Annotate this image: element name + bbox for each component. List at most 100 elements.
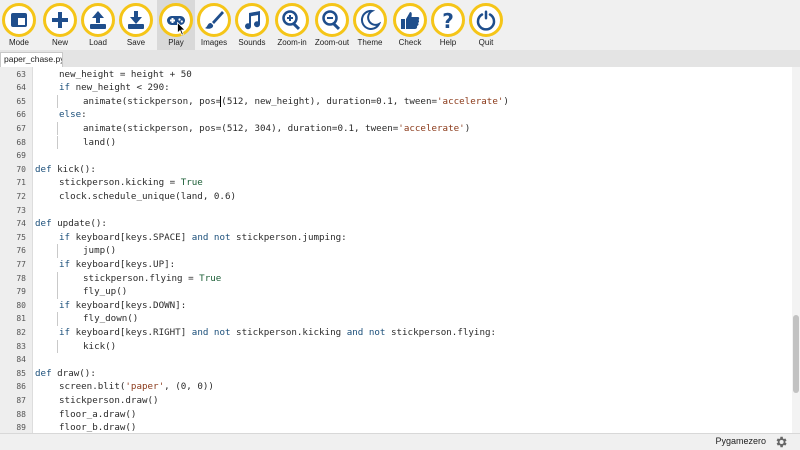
code-token: screen.blit(	[59, 381, 126, 393]
indent-guide	[57, 94, 58, 109]
code-text: stickperson.flying = True	[83, 272, 221, 286]
line-number: 70	[16, 164, 26, 174]
tab-paper-chase[interactable]: paper_chase.py	[0, 52, 63, 67]
code-line[interactable]: 85 def draw():	[0, 367, 792, 381]
code-token: animate(stickperson, pos=(512, 304), dur…	[83, 122, 399, 134]
code-token: new_height = height + 50	[59, 68, 192, 80]
code-line[interactable]: 79 fly_up()	[0, 285, 792, 299]
code-text: if keyboard[keys.SPACE] and not stickper…	[59, 231, 347, 245]
code-token: stickperson.draw()	[59, 394, 159, 406]
status-bar: Pygamezero	[0, 433, 800, 450]
code-line[interactable]: 68 land()	[0, 135, 792, 150]
mode-indicator[interactable]: Pygamezero	[715, 436, 766, 446]
line-number: 74	[16, 219, 26, 229]
code-line[interactable]: 80 if keyboard[keys.DOWN]:	[0, 299, 792, 313]
code-line[interactable]: 75 if keyboard[keys.SPACE] and not stickp…	[0, 231, 792, 245]
code-token: fly_down()	[83, 313, 139, 325]
code-text: fly_down()	[83, 312, 138, 326]
code-token: and not	[191, 326, 231, 338]
vertical-scrollbar[interactable]	[792, 67, 800, 433]
line-number: 76	[16, 246, 26, 256]
code-token: )	[503, 95, 509, 107]
code-line[interactable]: 83 kick()	[0, 339, 792, 354]
code-text: fly_up()	[83, 285, 127, 299]
zoom-in-icon	[282, 10, 301, 31]
code-token: and not	[346, 326, 386, 338]
code-editor[interactable]: 63 new_height = height + 50 64 if new_heigh…	[0, 67, 792, 433]
line-number: 79	[16, 287, 26, 297]
mode-button-circle	[2, 3, 36, 37]
code-line[interactable]: 88 floor_a.draw()	[0, 408, 792, 422]
code-token: keyboard[keys.UP]:	[70, 258, 176, 270]
line-number: 67	[16, 123, 26, 133]
code-line[interactable]: 69	[0, 149, 792, 163]
code-text: land()	[83, 136, 116, 150]
code-text: jump()	[83, 244, 116, 258]
quit-button-label: Quit	[478, 38, 494, 47]
code-token: stickperson.kicking	[230, 326, 347, 338]
code-line[interactable]: 65 animate(stickperson, pos=(512, new_hei…	[0, 94, 792, 109]
line-number: 80	[16, 300, 26, 310]
code-text: new_height = height + 50	[59, 68, 192, 82]
code-line[interactable]: 86 screen.blit('paper', (0, 0))	[0, 380, 792, 394]
code-line[interactable]: 64 if new_height < 290:	[0, 81, 792, 95]
code-line[interactable]: 67 animate(stickperson, pos=(512, 304), d…	[0, 121, 792, 136]
code-line[interactable]: 81 fly_down()	[0, 312, 792, 326]
code-line[interactable]: 70 def kick():	[0, 163, 792, 177]
code-text: animate(stickperson, pos=(512, new_heigh…	[83, 95, 509, 109]
code-line[interactable]: 77 if keyboard[keys.UP]:	[0, 258, 792, 272]
code-line[interactable]: 89 floor_b.draw()	[0, 421, 792, 433]
mouse-pointer-icon	[177, 22, 186, 36]
help-button-circle: ?	[431, 3, 465, 37]
code-text: clock.schedule_unique(land, 0.6)	[59, 190, 236, 204]
code-line[interactable]: 71 stickperson.kicking = True	[0, 176, 792, 190]
theme-button-circle	[353, 3, 387, 37]
thumbs-up-icon	[401, 12, 420, 29]
line-number: 63	[16, 69, 26, 79]
scrollbar-thumb[interactable]	[793, 315, 799, 393]
code-token: def	[35, 163, 52, 175]
code-line[interactable]: 66 else:	[0, 108, 792, 122]
code-line[interactable]: 78 stickperson.flying = True	[0, 271, 792, 286]
line-number: 86	[16, 382, 26, 392]
line-number: 88	[16, 409, 26, 419]
code-token: if	[59, 258, 71, 270]
code-text: animate(stickperson, pos=(512, 304), dur…	[83, 122, 470, 136]
code-text: if keyboard[keys.RIGHT] and not stickper…	[59, 326, 496, 340]
code-text: screen.blit('paper', (0, 0))	[59, 380, 214, 394]
save-button-circle	[119, 3, 153, 37]
code-token: if	[59, 299, 71, 311]
line-number: 68	[16, 137, 26, 147]
sounds-button-circle	[235, 3, 269, 37]
code-line[interactable]: 84	[0, 353, 792, 367]
code-line[interactable]: 74 def update():	[0, 217, 792, 231]
quit-button[interactable]: Quit	[467, 0, 505, 50]
code-token: 'accelerate'	[398, 122, 465, 134]
gear-icon[interactable]	[774, 435, 788, 449]
line-number: 89	[16, 423, 26, 433]
code-token: and not	[191, 231, 231, 243]
code-text: else:	[59, 108, 87, 122]
download-icon	[128, 11, 144, 29]
code-line[interactable]: 72 clock.schedule_unique(land, 0.6)	[0, 190, 792, 204]
line-number: 73	[16, 205, 26, 215]
code-line[interactable]: 82 if keyboard[keys.RIGHT] and not stickp…	[0, 326, 792, 340]
code-line[interactable]: 87 stickperson.draw()	[0, 394, 792, 408]
code-token: keyboard[keys.SPACE]	[70, 231, 192, 243]
code-token: :	[81, 109, 87, 121]
quit-button-circle	[469, 3, 503, 37]
code-token: , (0, 0))	[164, 381, 214, 393]
code-token: draw():	[51, 367, 96, 379]
upload-icon	[90, 11, 106, 29]
code-token: stickperson.jumping:	[230, 231, 347, 243]
check-button-circle	[393, 3, 427, 37]
code-line[interactable]: 73	[0, 204, 792, 218]
moon-icon	[360, 9, 381, 30]
code-text: def draw():	[35, 367, 96, 381]
code-text: kick()	[83, 340, 116, 354]
code-line[interactable]: 63 new_height = height + 50	[0, 68, 792, 82]
code-line[interactable]: 76 jump()	[0, 244, 792, 258]
line-number: 81	[16, 314, 26, 324]
zoom-out-icon	[322, 10, 341, 31]
line-number: 77	[16, 259, 26, 269]
